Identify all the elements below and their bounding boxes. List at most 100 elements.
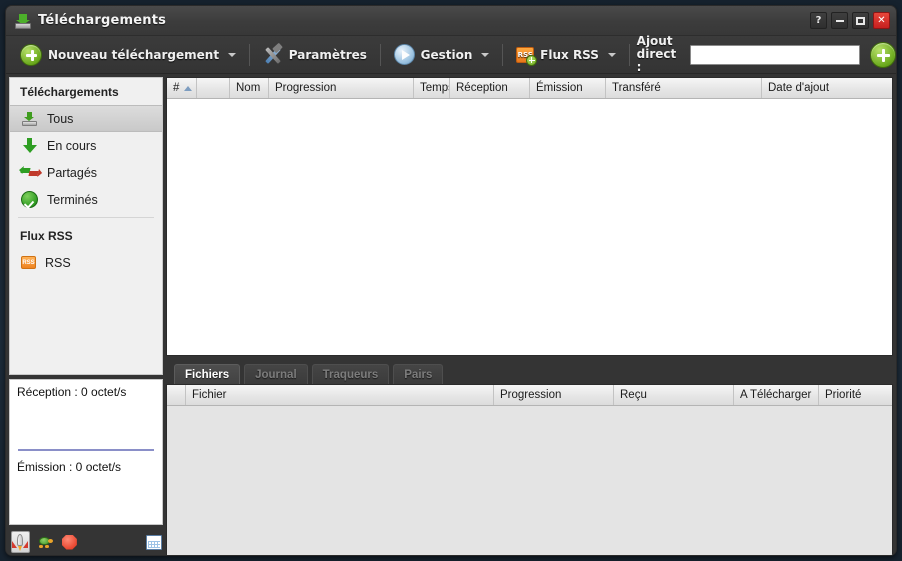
- down-arrow-icon: [21, 137, 38, 154]
- column-header-recu[interactable]: Reçu: [614, 385, 734, 405]
- close-button[interactable]: ✕: [873, 12, 890, 29]
- sidebar-item-en-cours[interactable]: En cours: [10, 132, 162, 159]
- chevron-down-icon[interactable]: [481, 52, 490, 57]
- settings-button[interactable]: Paramètres: [257, 42, 373, 67]
- sidebar-item-label: Tous: [47, 111, 74, 126]
- minimize-button[interactable]: [831, 12, 848, 29]
- column-label: Réception: [456, 82, 508, 94]
- direct-add-label: Ajout direct :: [637, 35, 677, 74]
- toolbar-separator: [502, 43, 504, 66]
- stop-icon: [61, 534, 77, 550]
- main-content: # Nom Progression Temps: [166, 77, 893, 555]
- sidebar-item-label: Terminés: [47, 192, 98, 207]
- toolbar-separator: [628, 43, 630, 66]
- tab-label: Traqueurs: [322, 368, 379, 381]
- sidebar-item-label: RSS: [45, 255, 71, 270]
- tab-label: Journal: [255, 368, 297, 381]
- column-header-blank[interactable]: [197, 78, 230, 98]
- sidebar-item-label: En cours: [47, 138, 97, 153]
- files-table-header: Fichier Progression Reçu A Télécharger P: [167, 385, 892, 406]
- scheduler-icon: [145, 534, 162, 550]
- tab-label: Pairs: [404, 368, 433, 381]
- sidebar-nav: Téléchargements Tous En cours Partagés T…: [9, 77, 163, 375]
- files-table: Fichier Progression Reçu A Télécharger P: [166, 384, 893, 555]
- tab-fichiers[interactable]: Fichiers: [174, 364, 241, 384]
- column-label: Progression: [275, 82, 337, 94]
- inbox-tray-icon: [21, 110, 38, 127]
- column-header-date-ajout[interactable]: Date d'ajout: [762, 78, 892, 98]
- column-header-files-progression[interactable]: Progression: [494, 385, 614, 405]
- download-speed-label: Réception : 0 octet/s: [17, 385, 127, 399]
- column-label: Progression: [500, 389, 562, 401]
- column-header-a-telecharger[interactable]: A Télécharger: [734, 385, 819, 405]
- chevron-down-icon[interactable]: [607, 52, 616, 57]
- speed-stats-panel: Réception : 0 octet/s Émission : 0 octet…: [9, 379, 163, 525]
- scheduler-button[interactable]: [145, 531, 163, 553]
- column-label: Fichier: [192, 389, 227, 401]
- management-button[interactable]: Gestion: [388, 42, 496, 67]
- sidebar-item-rss[interactable]: RSS RSS: [10, 249, 162, 276]
- column-header-index[interactable]: #: [167, 78, 197, 98]
- title-bar: Téléchargements ? ✕: [6, 6, 896, 36]
- sidebar-status-bar: [9, 529, 163, 555]
- column-label: Date d'ajout: [768, 82, 830, 94]
- stop-button[interactable]: [60, 531, 78, 553]
- play-circle-icon: [393, 44, 415, 65]
- chevron-down-icon[interactable]: [228, 52, 237, 57]
- tab-traqueurs[interactable]: Traqueurs: [311, 364, 390, 384]
- sort-ascending-icon: [184, 85, 193, 91]
- column-header-nom[interactable]: Nom: [230, 78, 269, 98]
- rss-feeds-label: Flux RSS: [540, 47, 599, 62]
- column-label: Transféré: [612, 82, 661, 94]
- rocket-button[interactable]: [11, 531, 30, 553]
- column-header-fichier[interactable]: Fichier: [186, 385, 494, 405]
- column-label: Temps: [420, 82, 449, 94]
- help-button[interactable]: ?: [810, 12, 827, 29]
- rss-add-icon: RSS: [516, 46, 538, 66]
- new-download-label: Nouveau téléchargement: [48, 47, 220, 62]
- column-header-reception[interactable]: Réception: [450, 78, 530, 98]
- column-label: #: [173, 82, 180, 94]
- toolbar-separator: [249, 43, 250, 66]
- sidebar-item-termines[interactable]: Terminés: [10, 186, 162, 213]
- sidebar-item-label: Partagés: [47, 165, 98, 180]
- check-circle-icon: [21, 191, 38, 208]
- upload-speed-label: Émission : 0 octet/s: [17, 460, 122, 474]
- settings-label: Paramètres: [288, 47, 367, 62]
- rocket-icon: [12, 534, 29, 551]
- tab-journal[interactable]: Journal: [244, 364, 308, 384]
- plus-circle-icon: [20, 43, 42, 66]
- column-label: Nom: [236, 82, 261, 94]
- direct-add-input[interactable]: [690, 44, 860, 65]
- sidebar-item-tous[interactable]: Tous: [10, 105, 162, 132]
- sidebar: Téléchargements Tous En cours Partagés T…: [9, 77, 163, 555]
- rss-feeds-button[interactable]: RSS Flux RSS: [510, 45, 622, 66]
- window-body: Téléchargements Tous En cours Partagés T…: [6, 74, 896, 555]
- downloads-table: # Nom Progression Temps: [166, 77, 893, 356]
- column-header-temps[interactable]: Temps: [414, 78, 450, 98]
- tab-label: Fichiers: [185, 368, 230, 381]
- window-controls: ? ✕: [810, 12, 890, 29]
- direct-add-line2: direct :: [636, 47, 677, 74]
- sidebar-heading-rss: Flux RSS: [20, 229, 73, 243]
- sidebar-heading-downloads: Téléchargements: [20, 85, 119, 99]
- application-window: Téléchargements ? ✕ Nouveau téléchargeme…: [5, 5, 897, 556]
- column-header-progression[interactable]: Progression: [269, 78, 414, 98]
- add-button[interactable]: [869, 41, 896, 68]
- column-header-files-blank[interactable]: [167, 385, 186, 405]
- column-header-priorite[interactable]: Priorité: [819, 385, 892, 405]
- tab-pairs[interactable]: Pairs: [393, 364, 444, 384]
- files-table-body[interactable]: [167, 406, 892, 555]
- download-tray-icon: [15, 13, 31, 29]
- column-header-emission[interactable]: Émission: [530, 78, 606, 98]
- tools-icon: [263, 42, 283, 65]
- turtle-button[interactable]: [36, 531, 54, 553]
- maximize-button[interactable]: [852, 12, 869, 29]
- downloads-table-body[interactable]: [167, 99, 892, 355]
- detail-tab-strip: Fichiers Journal Traqueurs Pairs: [166, 356, 893, 384]
- column-header-transfere[interactable]: Transféré: [606, 78, 762, 98]
- new-download-button[interactable]: Nouveau téléchargement: [14, 42, 242, 68]
- column-label: A Télécharger: [740, 389, 812, 401]
- sidebar-item-partages[interactable]: Partagés: [10, 159, 162, 186]
- download-speed-graph: [10, 399, 162, 455]
